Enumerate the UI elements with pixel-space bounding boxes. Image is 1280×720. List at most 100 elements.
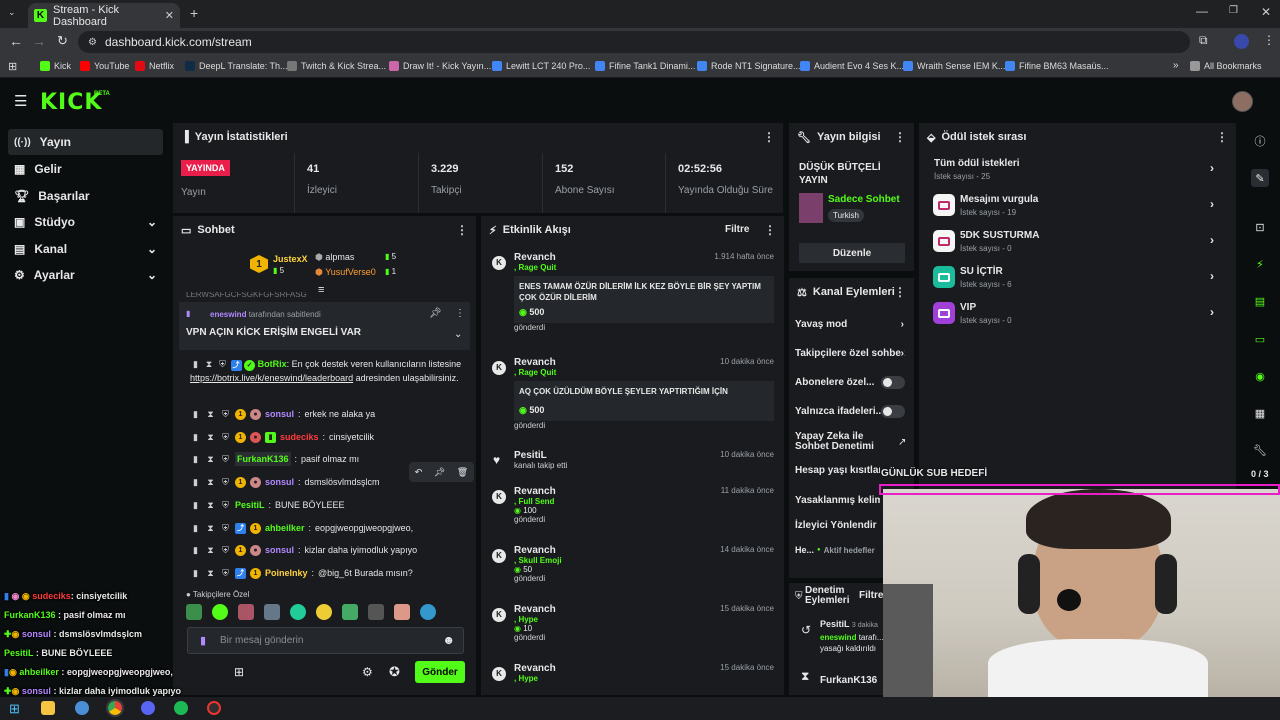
windows-start-icon[interactable]: ⊞ bbox=[9, 701, 23, 716]
channel-actions-menu-icon[interactable]: ⋮ bbox=[894, 285, 906, 299]
obs-icon[interactable] bbox=[207, 701, 221, 715]
moderation-filter-button[interactable]: Filtre bbox=[859, 590, 883, 601]
sidebar-item-kanal[interactable]: ▤ Kanal ⌄ bbox=[8, 236, 163, 262]
sidebar-item-ayarlar[interactable]: ⚙ Ayarlar ⌄ bbox=[8, 262, 163, 288]
minimize-icon[interactable]: — bbox=[1196, 4, 1208, 18]
app-icon[interactable] bbox=[75, 701, 89, 715]
wrench-rail-icon[interactable]: 🔧︎ bbox=[1251, 441, 1269, 459]
all-rewards-row[interactable]: Tüm ödül istekleri İstek sayısı - 25 › bbox=[930, 158, 1220, 184]
account-age-row[interactable]: Hesap yaşı kısıtlaması bbox=[795, 465, 880, 476]
chat-input[interactable]: ▮ Bir mesaj gönderin ☻ bbox=[187, 627, 464, 654]
emoji-icon[interactable]: ☻ bbox=[442, 633, 455, 647]
chat-menu-icon[interactable]: ⋮ bbox=[456, 223, 468, 237]
chat-message[interactable]: ▮ ⧗ ⛨ ⤴ 1 ahbeilker: eopgjweopgjweopgjweo, bbox=[190, 521, 475, 535]
browser-menu-icon[interactable]: ⋮ bbox=[1263, 33, 1275, 47]
sidebar-item-gelir[interactable]: ▦ Gelir bbox=[8, 156, 163, 182]
edit-pencil-icon[interactable]: ✎ bbox=[1251, 169, 1269, 187]
tab-list-icon[interactable]: ⌄ bbox=[8, 7, 16, 18]
gifter-2[interactable]: ⬢ alpmas bbox=[315, 252, 354, 263]
bookmark-item[interactable]: Draw It! - Kick Yayın... bbox=[389, 61, 491, 71]
emote[interactable] bbox=[264, 604, 280, 620]
file-explorer-icon[interactable] bbox=[41, 701, 55, 715]
pin-icon[interactable]: 📌︎ bbox=[429, 308, 442, 319]
emote[interactable] bbox=[238, 604, 254, 620]
bookmark-item[interactable]: Rode NT1 Signature... bbox=[697, 61, 801, 71]
reward-item[interactable]: 5DK SUSTURMA İstek sayısı - 0 › bbox=[930, 230, 1220, 256]
emote[interactable] bbox=[186, 604, 202, 620]
settings-gear-icon[interactable]: ⚙ bbox=[362, 665, 373, 679]
all-bookmarks[interactable]: All Bookmarks bbox=[1190, 61, 1262, 71]
emote[interactable] bbox=[368, 604, 384, 620]
reward-menu-icon[interactable]: ⋮ bbox=[1216, 130, 1228, 144]
emote[interactable] bbox=[342, 604, 358, 620]
chat-message[interactable]: ▮ ⧗ ⛨ PesitiL: BUNE BÖYLEEE bbox=[190, 498, 475, 512]
subscribers-only-toggle[interactable] bbox=[881, 376, 905, 389]
emote[interactable] bbox=[212, 604, 228, 620]
info-icon[interactable]: ⓘ bbox=[1251, 132, 1269, 150]
reload-icon[interactable]: ↻ bbox=[57, 33, 68, 49]
microphone-icon[interactable]: ▮ bbox=[200, 634, 206, 647]
pin-message-icon[interactable]: 📌︎ bbox=[434, 467, 445, 478]
top-gifter-name[interactable]: JustexX bbox=[273, 254, 308, 264]
reward-item[interactable]: VIP İstek sayısı - 0 › bbox=[930, 302, 1220, 328]
stream-info-menu-icon[interactable]: ⋮ bbox=[894, 130, 906, 144]
reward-item[interactable]: Mesajını vurgula İstek sayısı - 19 › bbox=[930, 194, 1220, 220]
site-info-icon[interactable]: ⚙ bbox=[88, 37, 97, 48]
category-name[interactable]: Sadece Sohbet bbox=[828, 194, 900, 205]
emotes-only-toggle[interactable] bbox=[881, 405, 905, 418]
emote[interactable] bbox=[290, 604, 306, 620]
sidebar-item-yayin[interactable]: ((·)) Yayın bbox=[8, 129, 163, 155]
more-bookmarks-icon[interactable]: » bbox=[1173, 60, 1179, 71]
extensions-icon[interactable]: ⧉ bbox=[1199, 33, 1208, 48]
emote[interactable] bbox=[420, 604, 436, 620]
profile-avatar[interactable] bbox=[1234, 34, 1249, 49]
bookmark-item[interactable]: Wraith Sense IEM K... bbox=[903, 61, 1005, 71]
banned-words-row[interactable]: Yasaklanmış kelimeler bbox=[795, 495, 880, 506]
chat-message[interactable]: ▮ ⧗ ⛨ 1 ● ▮ sudeciks: cinsiyetcilik bbox=[190, 430, 475, 444]
sidebar-item-basarilar[interactable]: 🏆︎ Başarılar bbox=[8, 183, 163, 209]
chevron-down-icon[interactable]: ⌄ bbox=[454, 329, 462, 340]
send-button[interactable]: Gönder bbox=[415, 661, 465, 683]
tab-close-icon[interactable]: ✕ bbox=[165, 9, 174, 22]
forward-icon[interactable]: → bbox=[32, 33, 46, 49]
ai-moderation-row[interactable]: Yapay Zeka ile Sohbet Denetimi bbox=[795, 432, 890, 452]
slow-mode-row[interactable]: Yavaş mod › bbox=[795, 319, 910, 330]
address-bar[interactable]: ⚙ dashboard.kick.com/stream bbox=[78, 31, 1190, 53]
emote[interactable] bbox=[316, 604, 332, 620]
trash-icon[interactable]: 🗑︎ bbox=[457, 467, 468, 478]
bot-link[interactable]: https://botrix.live/k/eneswind/leaderboa… bbox=[190, 373, 353, 383]
pinned-menu-icon[interactable]: ⋮ bbox=[455, 308, 465, 319]
layers-icon[interactable]: ▦ bbox=[1251, 404, 1269, 422]
bookmark-item[interactable]: YouTube bbox=[80, 61, 129, 71]
hamburger-menu-icon[interactable]: ☰ bbox=[14, 92, 27, 110]
activity-menu-icon[interactable]: ⋮ bbox=[764, 223, 776, 237]
discord-icon[interactable] bbox=[141, 701, 155, 715]
close-window-icon[interactable]: ✕ bbox=[1261, 5, 1271, 19]
stats-menu-icon[interactable]: ⋮ bbox=[763, 130, 775, 144]
emote[interactable] bbox=[394, 604, 410, 620]
lightning-icon[interactable]: ⚡︎ bbox=[1251, 255, 1269, 273]
browser-tab-active[interactable]: K Stream - Kick Dashboard ✕ bbox=[28, 3, 180, 28]
chat-message[interactable]: ▮ ⧗ ⛨ 1 ● sonsul: erkek ne alaka ya bbox=[190, 407, 475, 421]
bookmark-item[interactable]: DeepL Translate: Th... bbox=[185, 61, 288, 71]
reply-icon[interactable]: ↶ bbox=[415, 467, 423, 478]
chrome-icon[interactable] bbox=[106, 699, 124, 717]
reward-item[interactable]: SU İÇTİR İstek sayısı - 6 › bbox=[930, 266, 1220, 292]
activity-filter-button[interactable]: Filtre bbox=[725, 224, 749, 235]
bookmark-item[interactable]: Fifine Tank1 Dinami... bbox=[595, 61, 695, 71]
sidebar-item-studyo[interactable]: ▣ Stüdyo ⌄ bbox=[8, 209, 163, 235]
user-avatar[interactable] bbox=[1232, 91, 1253, 112]
edit-button[interactable]: Düzenle bbox=[799, 243, 905, 263]
clipboard-icon[interactable]: ▤ bbox=[1251, 292, 1269, 310]
crop-icon[interactable]: ⊡ bbox=[1251, 218, 1269, 236]
reward-queue-icon[interactable]: ✪ bbox=[389, 664, 400, 680]
spotify-icon[interactable] bbox=[174, 701, 188, 715]
back-icon[interactable]: ← bbox=[9, 33, 23, 49]
new-tab-icon[interactable]: + bbox=[190, 5, 198, 21]
gifter-3[interactable]: ⬢ YusufVerse0 bbox=[315, 267, 376, 278]
bookmark-item[interactable]: Netflix bbox=[135, 61, 174, 71]
broadcast-rail-icon[interactable]: ◉ bbox=[1251, 367, 1269, 385]
bookmark-item[interactable]: Twitch & Kick Strea... bbox=[287, 61, 386, 71]
bookmark-item[interactable]: Kick bbox=[40, 61, 71, 71]
restore-icon[interactable]: ❐ bbox=[1229, 5, 1238, 16]
